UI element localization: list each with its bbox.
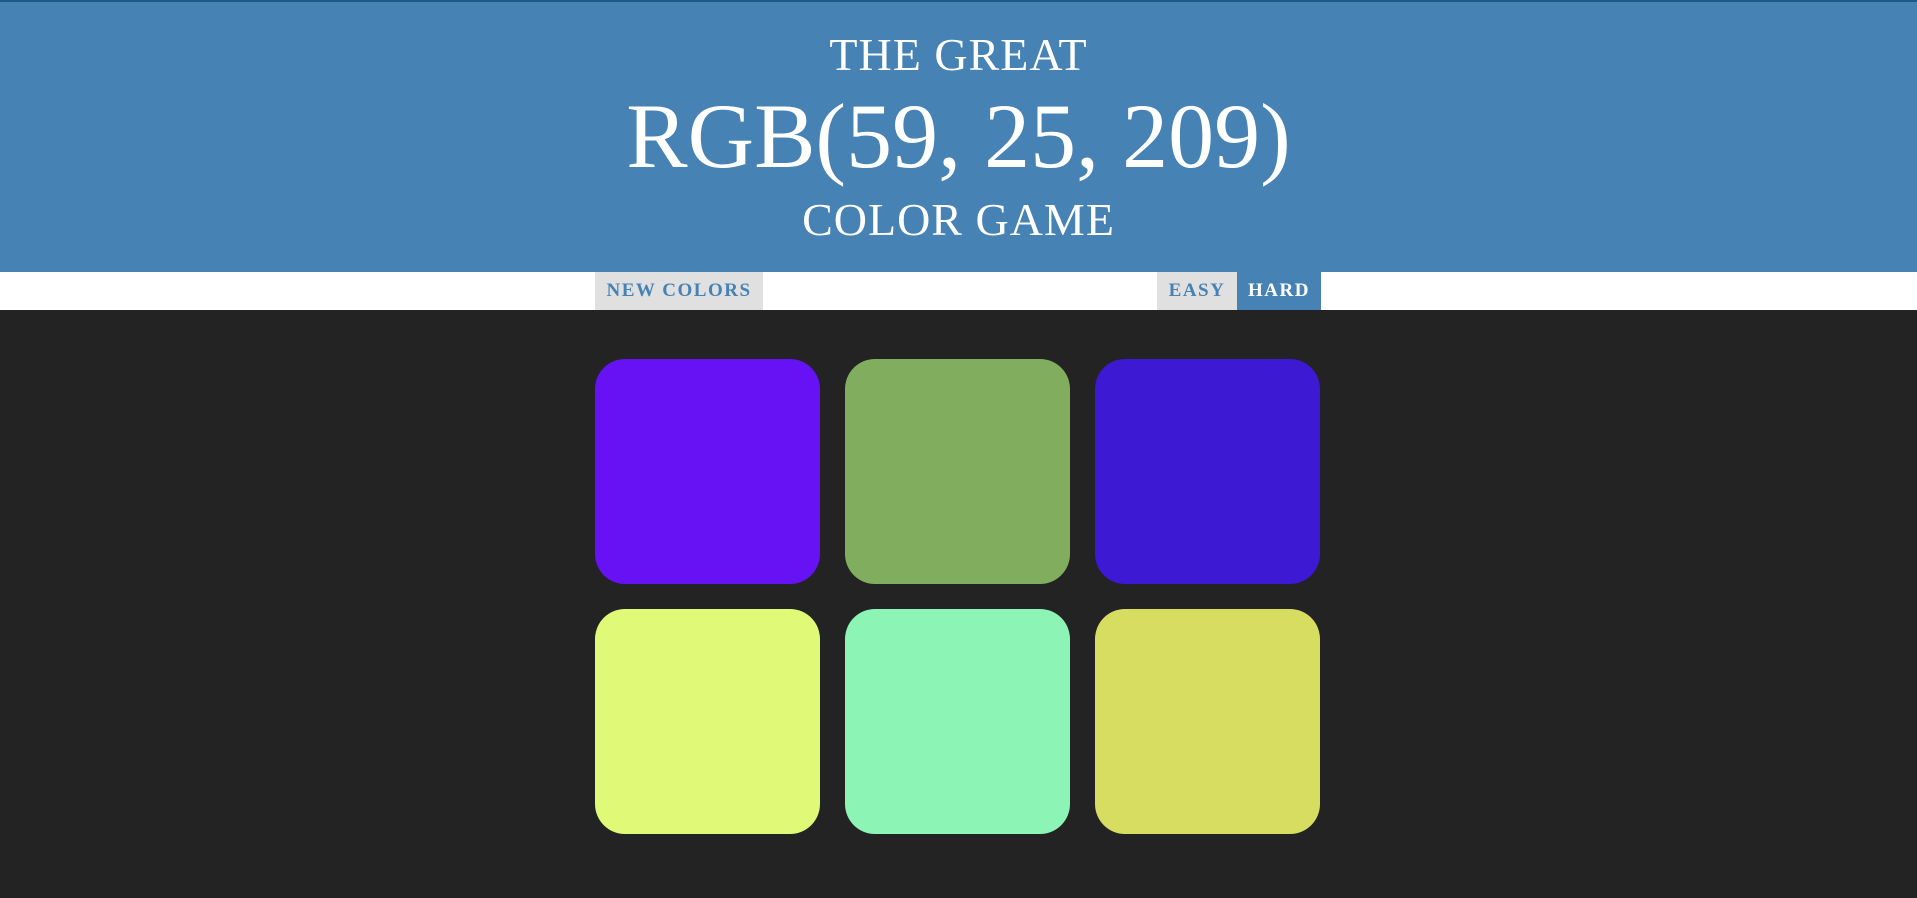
color-square[interactable] xyxy=(1095,359,1320,584)
new-colors-button[interactable]: NEW COLORS xyxy=(595,272,763,310)
hard-mode-button[interactable]: HARD xyxy=(1237,272,1321,310)
easy-mode-button[interactable]: EASY xyxy=(1157,272,1237,310)
color-square[interactable] xyxy=(595,359,820,584)
color-square[interactable] xyxy=(1095,609,1320,834)
control-stripe: NEW COLORS EASY HARD xyxy=(0,272,1917,310)
title-the-great: THE GREAT xyxy=(829,29,1088,80)
color-square[interactable] xyxy=(595,609,820,834)
target-color-display: RGB(59, 25, 209) xyxy=(626,85,1291,187)
game-header: THE GREAT RGB(59, 25, 209) COLOR GAME xyxy=(0,0,1917,272)
color-square[interactable] xyxy=(845,609,1070,834)
title-color-game: COLOR GAME xyxy=(802,194,1115,245)
color-square[interactable] xyxy=(845,359,1070,584)
squares-grid xyxy=(0,310,1917,898)
